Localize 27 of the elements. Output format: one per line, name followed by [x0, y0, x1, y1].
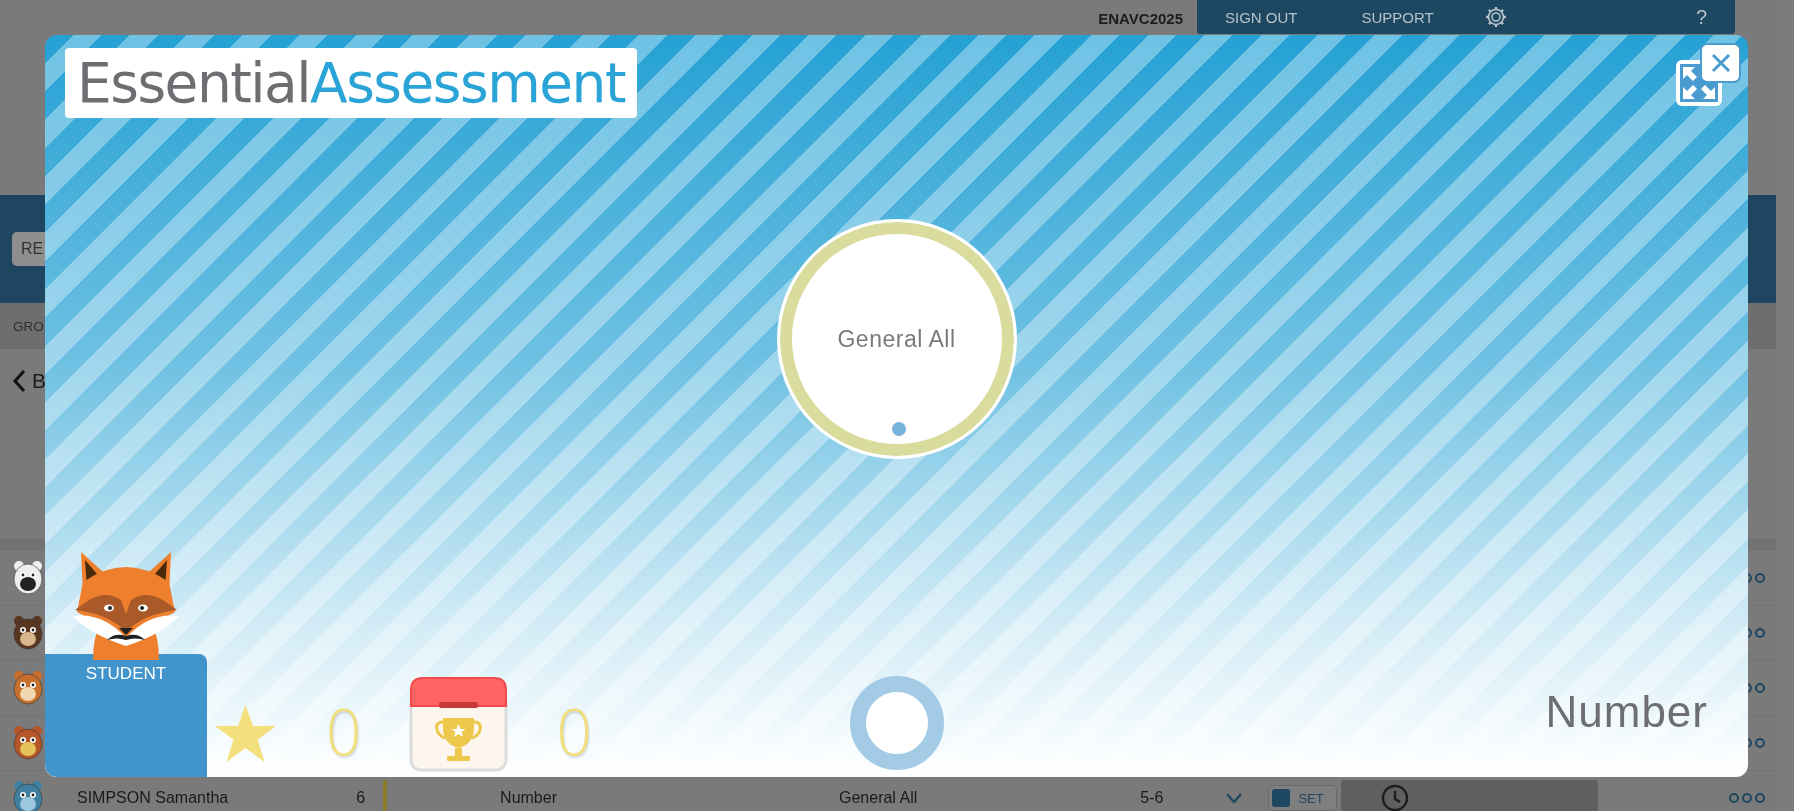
ring-icon [849, 676, 944, 770]
nav-link[interactable]: SIGN OUT [1225, 8, 1298, 26]
star-count: 0 [324, 703, 364, 765]
level-range: 5-6 [1140, 789, 1164, 807]
progress-dot [891, 422, 906, 436]
nav-link[interactable]: SUPPORT [1361, 8, 1434, 26]
group-tab[interactable]: GRO [13, 318, 44, 334]
logo: EssentialAssessment [65, 48, 637, 118]
student-name: SIMPSON Samantha [77, 789, 229, 807]
strand-label: Number [500, 789, 557, 807]
role-label: STUDENT [85, 664, 167, 685]
star-icon [214, 704, 277, 764]
trophy-count: 0 [554, 703, 594, 765]
set-toggle[interactable]: SET [1268, 785, 1337, 811]
strand-label: Number [1545, 687, 1708, 736]
help-button[interactable]: ? [1695, 5, 1707, 29]
focus-label: General All [839, 789, 918, 807]
table-cell: 6 [356, 789, 366, 807]
close-icon [1710, 53, 1731, 73]
chevron-left-icon [12, 369, 26, 393]
focus-label: General All [837, 325, 956, 353]
account-code: ENAVC2025 [1098, 10, 1183, 27]
back-link[interactable]: B [12, 369, 46, 393]
close-button[interactable] [1700, 43, 1741, 83]
clock-icon [1379, 783, 1410, 811]
trophy-box-icon [409, 676, 509, 772]
settings-icon[interactable] [1483, 5, 1508, 29]
